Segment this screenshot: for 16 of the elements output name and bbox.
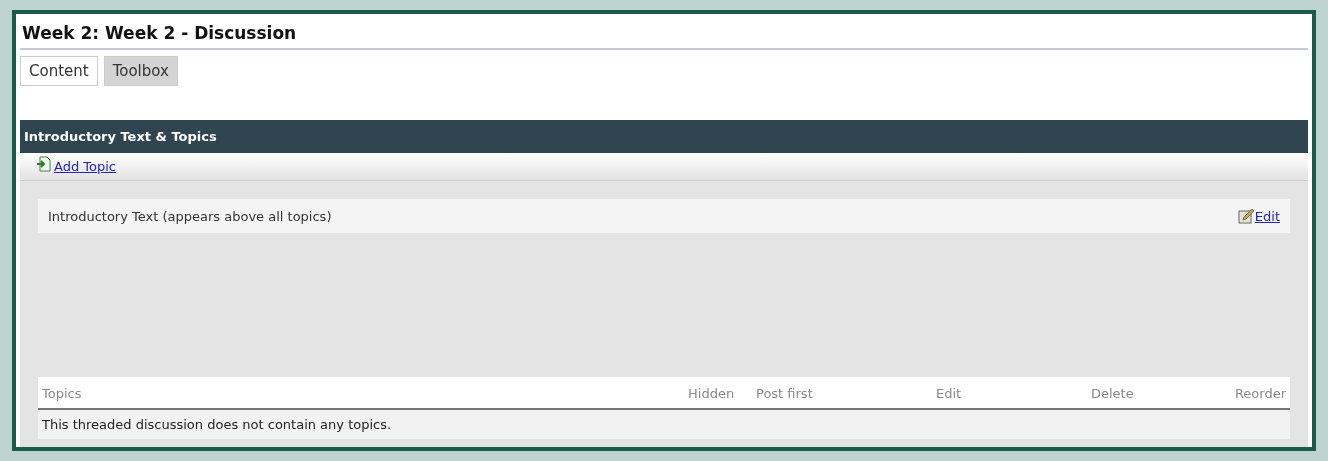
page-title: Week 2: Week 2 - Discussion: [20, 14, 1308, 50]
tab[interactable]: Content: [20, 56, 98, 86]
add-topic-link[interactable]: Add Topic: [54, 159, 116, 174]
empty-message: This threaded discussion does not contain any topics.: [42, 417, 392, 432]
section-header: Introductory Text & Topics: [20, 120, 1308, 153]
column-header: Hidden: [688, 386, 736, 401]
column-header: Reorder: [1233, 386, 1286, 401]
column-header: Post first: [756, 386, 814, 401]
column-header: Delete: [1090, 386, 1135, 401]
edit-pencil-icon: [1237, 208, 1254, 224]
column-header: Edit: [935, 386, 963, 401]
tab[interactable]: Toolbox: [103, 56, 178, 86]
add-page-icon: [36, 155, 52, 172]
column-header: Topics: [42, 386, 83, 401]
edit-link[interactable]: Edit: [1254, 209, 1280, 224]
intro-text: Introductory Text (appears above all topics): [48, 208, 332, 224]
